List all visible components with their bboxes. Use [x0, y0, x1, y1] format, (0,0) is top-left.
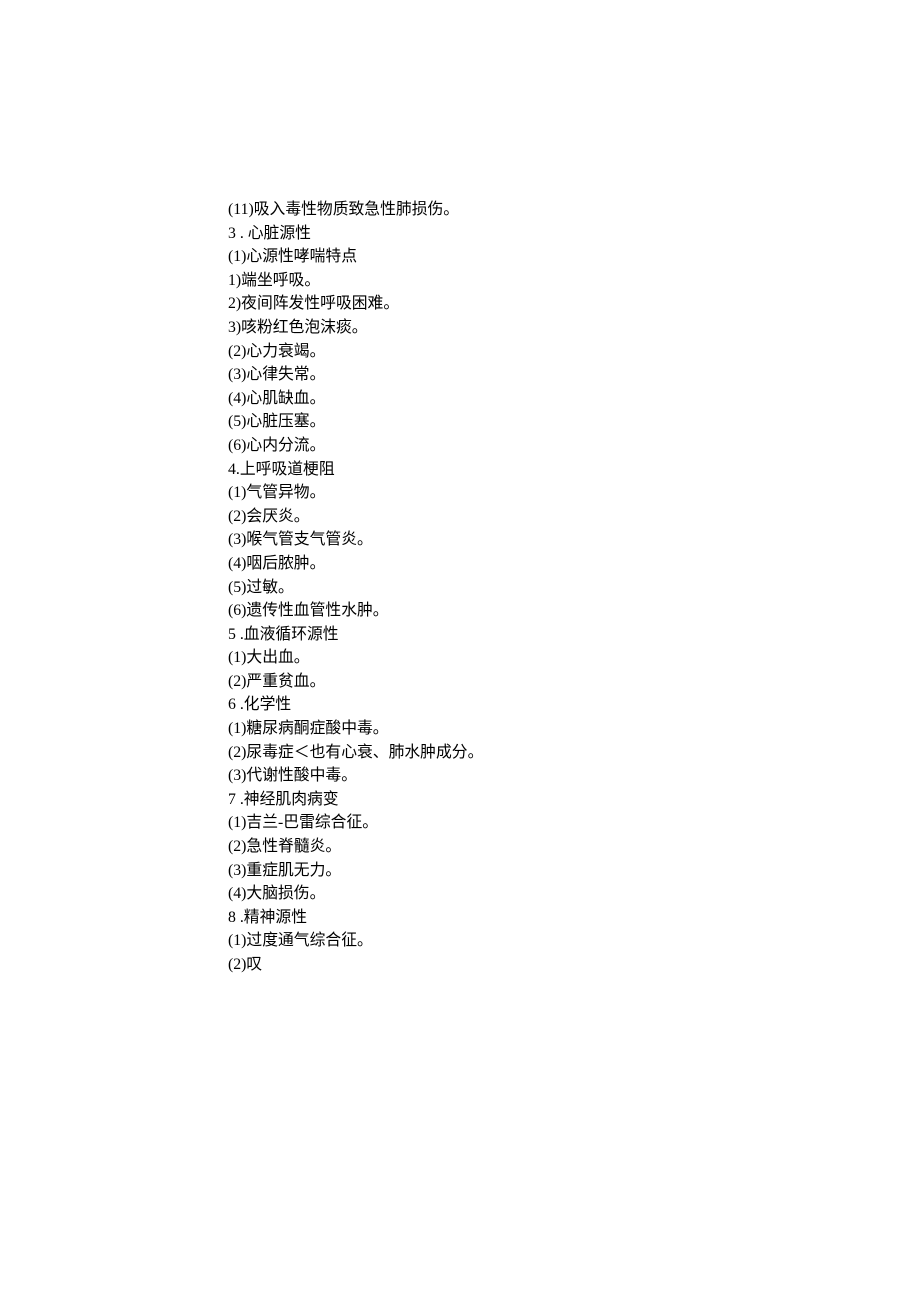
text-line: (1)过度通气综合征。	[228, 929, 728, 953]
text-line: (1)糖尿病酮症酸中毒。	[228, 717, 728, 741]
text-line: (1)气管异物。	[228, 481, 728, 505]
text-line: (4)心肌缺血。	[228, 387, 728, 411]
text-line: (5)过敏。	[228, 576, 728, 600]
text-line: (2)严重贫血。	[228, 670, 728, 694]
text-line: (1)大出血。	[228, 646, 728, 670]
text-line: 6 .化学性	[228, 693, 728, 717]
text-line: (2)尿毒症＜也有心衰、肺水肿成分。	[228, 741, 728, 765]
text-line: (1)心源性哮喘特点	[228, 245, 728, 269]
text-line: (11)吸入毒性物质致急性肺损伤。	[228, 198, 728, 222]
text-line: (1)吉兰-巴雷综合征。	[228, 811, 728, 835]
text-line: (3)喉气管支气管炎。	[228, 528, 728, 552]
text-line: 4.上呼吸道梗阻	[228, 458, 728, 482]
text-line: (2)急性脊髓炎。	[228, 835, 728, 859]
text-line: 3 . 心脏源性	[228, 222, 728, 246]
text-line: (2)叹	[228, 953, 728, 977]
text-line: (2)会厌炎。	[228, 505, 728, 529]
text-line: (4)咽后脓肿。	[228, 552, 728, 576]
text-line: (6)心内分流。	[228, 434, 728, 458]
text-line: (3)重症肌无力。	[228, 859, 728, 883]
document-body: (11)吸入毒性物质致急性肺损伤。 3 . 心脏源性 (1)心源性哮喘特点 1)…	[228, 198, 728, 977]
text-line: 8 .精神源性	[228, 906, 728, 930]
text-line: 3)咳粉红色泡沫痰。	[228, 316, 728, 340]
text-line: 7 .神经肌肉病变	[228, 788, 728, 812]
text-line: (2)心力衰竭。	[228, 340, 728, 364]
text-line: 5 .血液循环源性	[228, 623, 728, 647]
text-line: 2)夜间阵发性呼吸困难。	[228, 292, 728, 316]
text-line: (5)心脏压塞。	[228, 410, 728, 434]
text-line: (3)心律失常。	[228, 363, 728, 387]
text-line: (3)代谢性酸中毒。	[228, 764, 728, 788]
text-line: 1)端坐呼吸。	[228, 269, 728, 293]
text-line: (6)遗传性血管性水肿。	[228, 599, 728, 623]
text-line: (4)大脑损伤。	[228, 882, 728, 906]
